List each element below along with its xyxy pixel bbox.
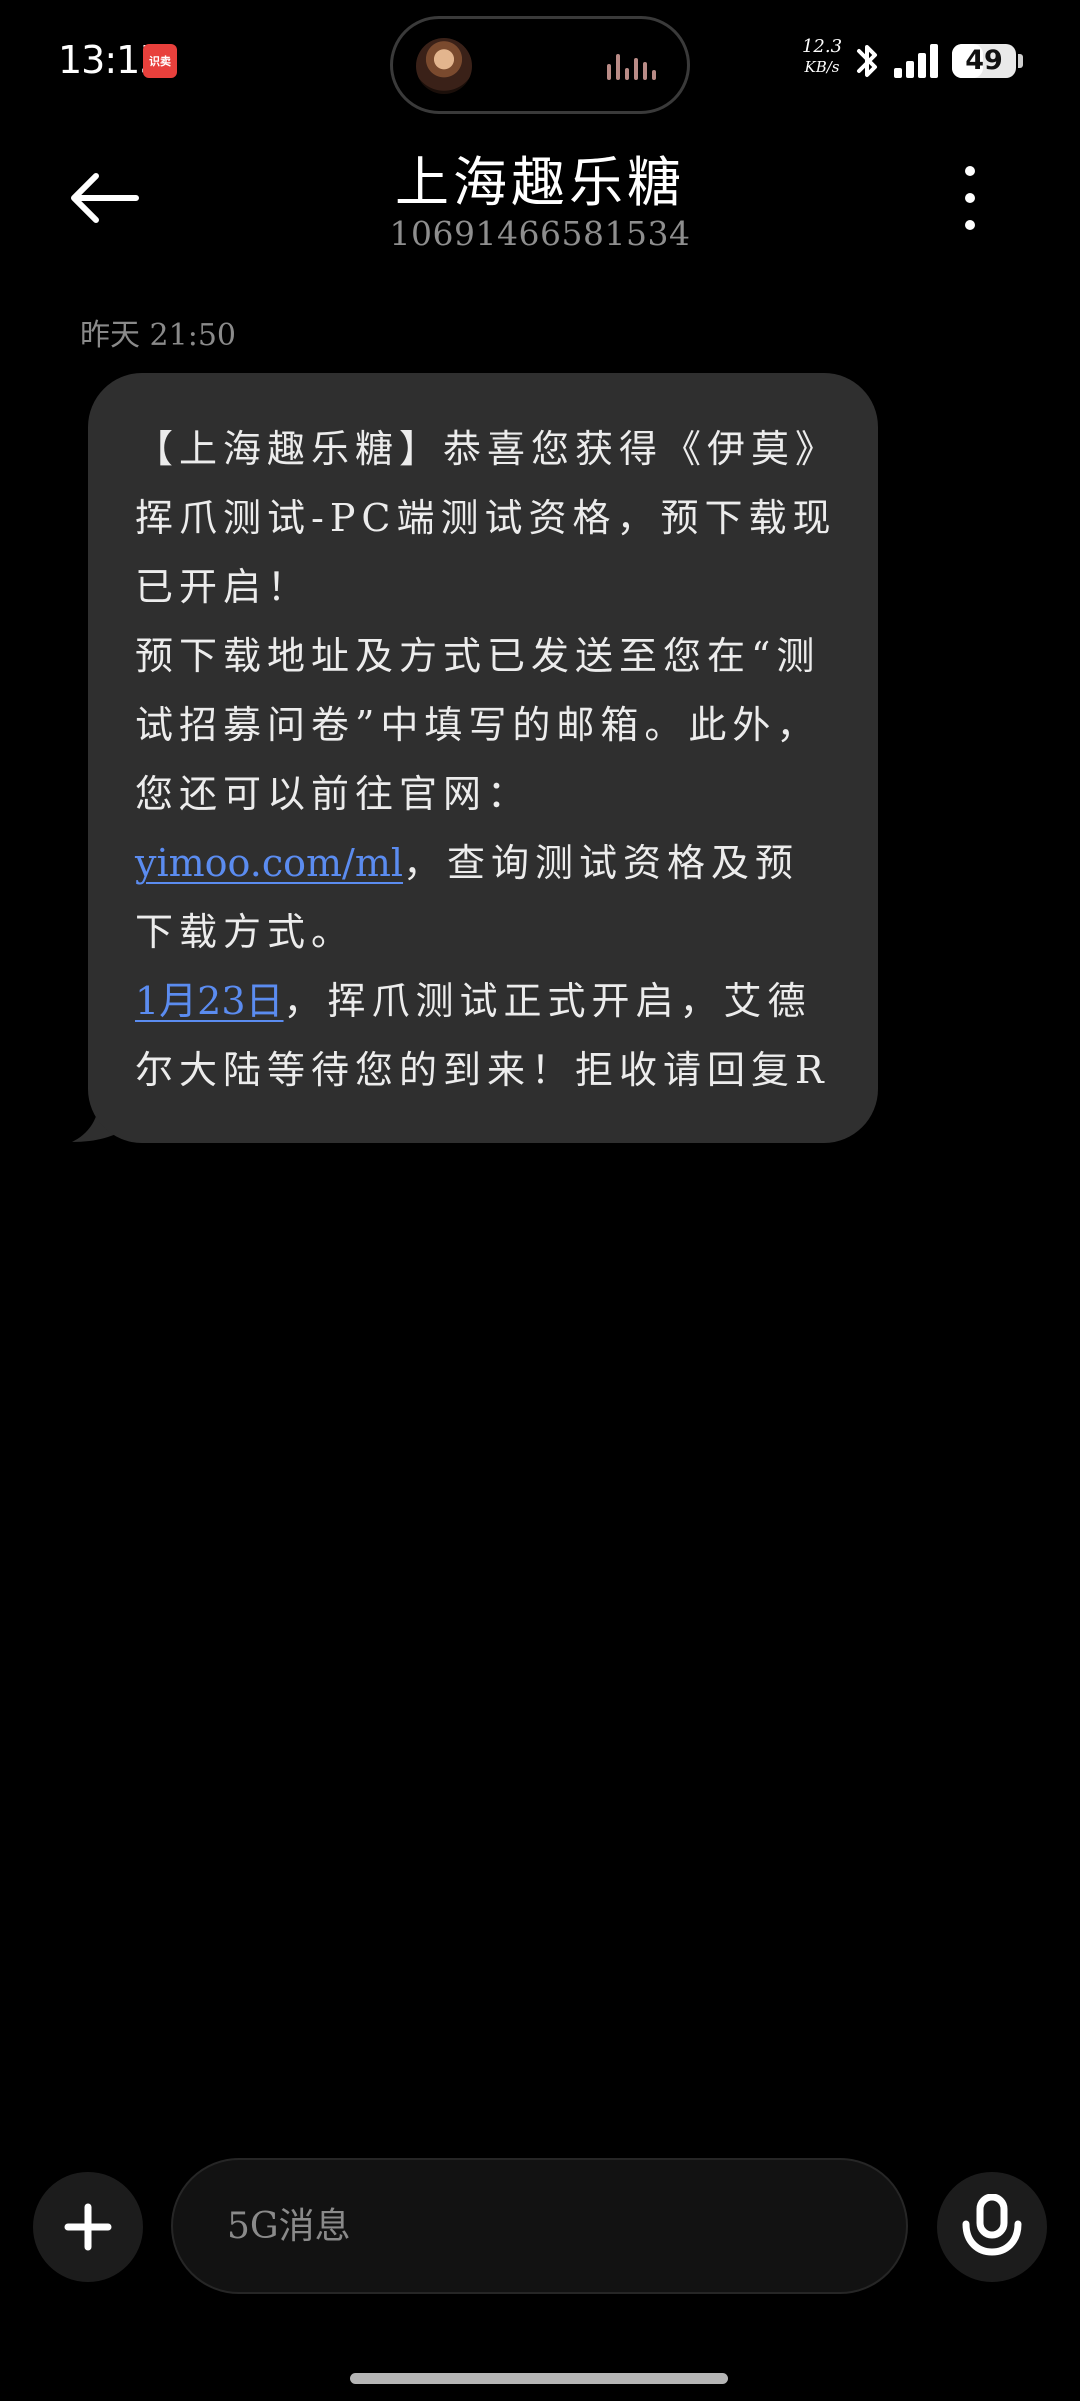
home-indicator[interactable]	[350, 2373, 728, 2384]
microphone-icon	[962, 2194, 1022, 2256]
contact-number: 10691466581534	[389, 214, 691, 253]
network-speed-value: 12.3	[801, 36, 843, 57]
message-text: 预下载地址及方式已发送至您在“测试招募问卷”中填写的邮箱。此外，您还可以前往官网…	[135, 634, 821, 816]
message-input[interactable]	[171, 2158, 908, 2294]
plus-icon	[64, 2203, 112, 2251]
battery-tip	[1018, 54, 1023, 68]
add-attachment-button[interactable]	[33, 2172, 143, 2282]
screen: 13:15 识卖 12.3 KB/s 49 上海趣乐糖 106914665815…	[0, 0, 1080, 2401]
message-text: 【上海趣乐糖】恭喜您获得《伊莫》挥爪测试-PC端测试资格，预下载现已开启！	[135, 427, 837, 609]
arrow-left-icon	[71, 173, 139, 223]
bluetooth-icon	[857, 45, 877, 77]
battery-level: 49	[965, 45, 1003, 76]
app-notification-badge: 识卖	[143, 44, 177, 78]
network-speed-unit: KB/s	[804, 58, 840, 76]
message-timestamp: 昨天 21:50	[80, 318, 236, 353]
dynamic-island[interactable]	[390, 16, 690, 114]
back-button[interactable]	[66, 160, 156, 236]
more-vertical-icon	[965, 166, 975, 230]
battery-icon: 49	[952, 44, 1016, 78]
signal-icon	[894, 44, 938, 78]
contact-name: 上海趣乐糖	[395, 151, 685, 214]
message-bubble[interactable]: 【上海趣乐糖】恭喜您获得《伊莫》挥爪测试-PC端测试资格，预下载现已开启！ 预下…	[88, 373, 878, 1143]
more-options-button[interactable]	[948, 166, 992, 230]
status-bar: 13:15 识卖 12.3 KB/s 49	[0, 0, 1080, 125]
audio-wave-icon	[607, 52, 659, 84]
media-avatar	[416, 38, 472, 94]
message-url-link[interactable]: yimoo.com/ml	[135, 841, 403, 885]
message-date-link[interactable]: 1月23日	[135, 979, 284, 1023]
voice-input-button[interactable]	[937, 2172, 1047, 2282]
network-speed: 12.3 KB/s	[800, 36, 844, 76]
